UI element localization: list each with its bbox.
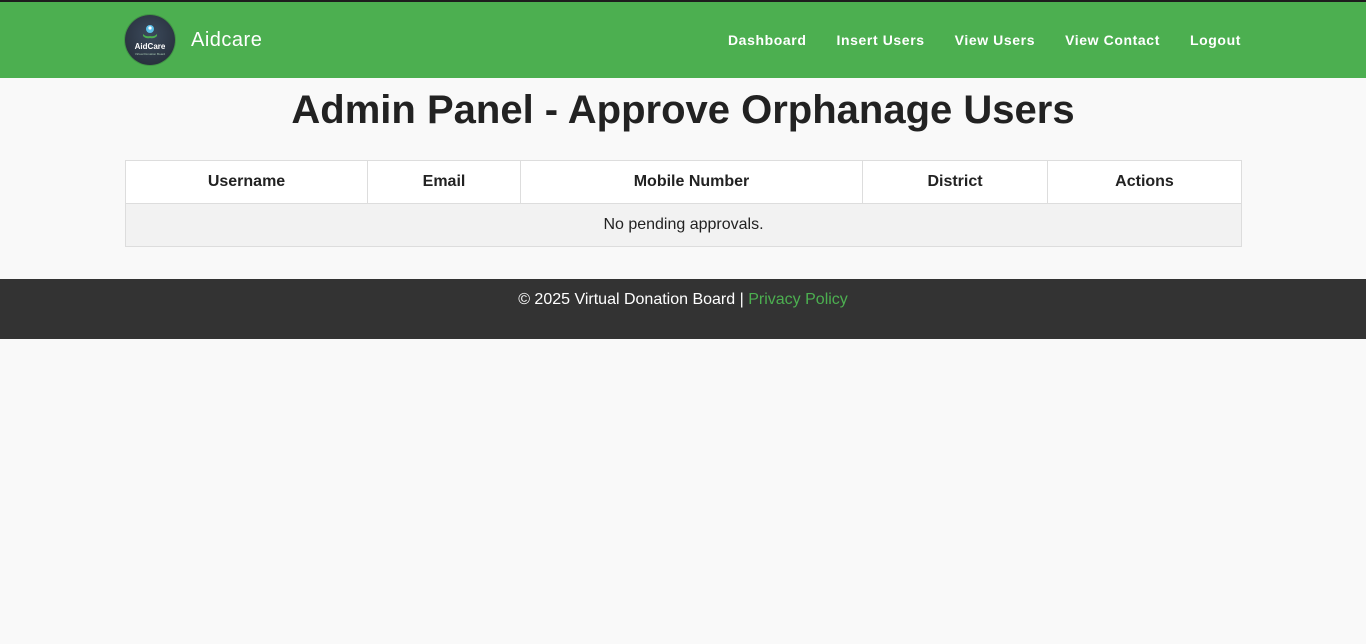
logo-wordmark: AidCare: [134, 42, 166, 51]
approvals-table-container: Username Email Mobile Number District Ac…: [125, 160, 1242, 247]
brand-name[interactable]: Aidcare: [191, 29, 262, 52]
column-header-email: Email: [367, 160, 521, 204]
column-header-district: District: [862, 160, 1048, 204]
column-header-username: Username: [125, 160, 368, 204]
logo-heart-hands-icon: [143, 25, 157, 39]
table-header-row: Username Email Mobile Number District Ac…: [125, 160, 1242, 204]
nav-logout[interactable]: Logout: [1190, 32, 1241, 48]
approvals-table: Username Email Mobile Number District Ac…: [125, 160, 1242, 247]
footer: © 2025 Virtual Donation Board | Privacy …: [0, 279, 1366, 339]
top-navbar: AidCare Virtual Donation Board Aidcare D…: [0, 0, 1366, 78]
aidcare-logo[interactable]: AidCare Virtual Donation Board: [125, 15, 175, 65]
empty-state-message: No pending approvals.: [125, 203, 1242, 247]
brand[interactable]: AidCare Virtual Donation Board Aidcare: [125, 15, 262, 65]
table-row: No pending approvals.: [125, 203, 1242, 247]
nav-view-contact[interactable]: View Contact: [1065, 32, 1160, 48]
nav-insert-users[interactable]: Insert Users: [837, 32, 925, 48]
column-header-mobile-number: Mobile Number: [520, 160, 863, 204]
footer-copyright: © 2025 Virtual Donation Board |: [518, 291, 744, 308]
column-header-actions: Actions: [1047, 160, 1242, 204]
nav-dashboard[interactable]: Dashboard: [728, 32, 807, 48]
page-title: Admin Panel - Approve Orphanage Users: [291, 88, 1075, 132]
logo-tagline: Virtual Donation Board: [134, 52, 166, 56]
main-nav: Dashboard Insert Users View Users View C…: [698, 2, 1241, 78]
nav-view-users[interactable]: View Users: [955, 32, 1035, 48]
privacy-policy-link[interactable]: Privacy Policy: [748, 291, 848, 308]
